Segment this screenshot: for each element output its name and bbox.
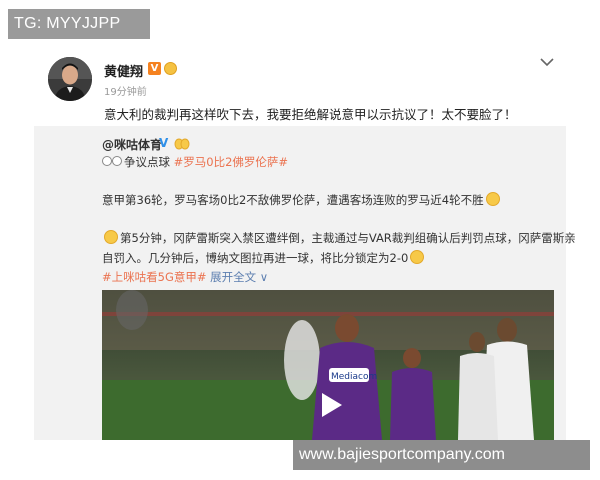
verified-v-icon: V <box>148 62 161 75</box>
repost-line-summary: 意甲第36轮，罗马客场0比2不敌佛罗伦萨，遭遇客场连败的罗马近4轮不胜 <box>102 192 502 208</box>
medal-icon <box>164 62 177 75</box>
repost-line-topic: 争议点球 #罗马0比2佛罗伦萨# <box>102 154 288 170</box>
video-thumbnail[interactable]: Mediacom <box>102 290 554 440</box>
glasses-emoji-icon <box>102 155 122 167</box>
repost-card[interactable]: @咪咕体育 V 争议点球 #罗马0比2佛罗伦萨# 意甲第36轮，罗马客场0比2不… <box>34 126 576 440</box>
repost-author[interactable]: @咪咕体育 <box>102 136 162 153</box>
watermark-top: TG: MYYJJPP <box>8 9 150 39</box>
post-time[interactable]: 19分钟前 <box>104 83 147 98</box>
repost-line-links: #上咪咕看5G意甲# 展开全文 ∨ <box>102 269 268 285</box>
hands-emoji-icon <box>174 136 190 150</box>
hashtag-link[interactable]: #上咪咕看5G意甲# <box>102 270 207 284</box>
jersey-sponsor-text: Mediacom <box>331 372 377 382</box>
topic-label: 争议点球 <box>124 155 174 169</box>
weibo-post: 黄健翔 V 19分钟前 意大利的裁判再这样吹下去，我要拒绝解说意甲以示抗议了！太… <box>0 0 600 480</box>
author-name[interactable]: 黄健翔 <box>104 61 143 80</box>
chevron-down-icon[interactable] <box>538 54 556 68</box>
detail-text-1: 第5分钟，冈萨雷斯突入禁区遭绊倒，主裁通过与VAR裁判组确认后判罚点球，冈萨雷斯… <box>120 231 576 245</box>
smirk-emoji-icon <box>485 192 500 206</box>
author-avatar[interactable] <box>48 57 92 101</box>
topic-hashtag[interactable]: #罗马0比2佛罗伦萨# <box>174 155 288 169</box>
repost-line-detail-2: 自罚入。几分钟后，博纳文图拉再进一球，将比分锁定为2-0 <box>102 250 426 266</box>
grin-emoji-icon <box>104 230 118 244</box>
detail-text-2: 自罚入。几分钟后，博纳文图拉再进一球，将比分锁定为2-0 <box>102 251 409 265</box>
post-text: 意大利的裁判再这样吹下去，我要拒绝解说意甲以示抗议了！太不要脸了！ <box>104 107 517 122</box>
play-icon[interactable] <box>310 386 348 424</box>
expand-full-text-link[interactable]: 展开全文 ∨ <box>210 270 268 284</box>
verified-blue-v-icon: V <box>159 136 169 150</box>
summary-text: 意甲第36轮，罗马客场0比2不敌佛罗伦萨，遭遇客场连败的罗马近4轮不胜 <box>102 193 484 207</box>
repost-line-detail-1: 第5分钟，冈萨雷斯突入禁区遭绊倒，主裁通过与VAR裁判组确认后判罚点球，冈萨雷斯… <box>102 230 576 246</box>
smile-emoji-icon <box>410 250 425 264</box>
watermark-bottom: www.bajiesportcompany.com <box>293 440 590 470</box>
